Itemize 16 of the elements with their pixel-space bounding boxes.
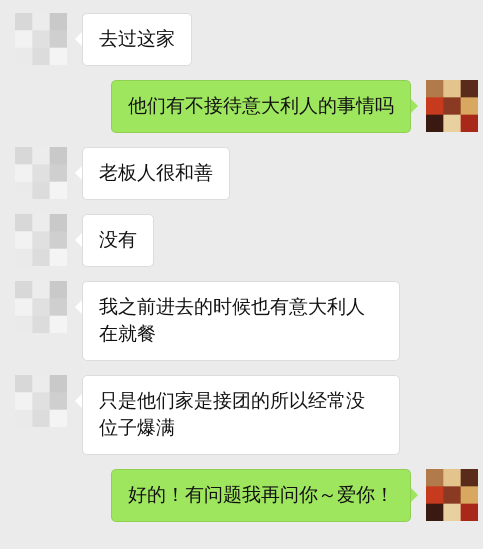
avatar [15, 281, 67, 333]
message-bubble: 没有 [82, 214, 154, 267]
avatar [426, 80, 478, 132]
avatar [15, 13, 67, 65]
avatar [426, 469, 478, 521]
avatar [15, 375, 67, 427]
bubble-tail [411, 99, 418, 113]
bubble-tail [411, 488, 418, 502]
message-bubble: 去过这家 [82, 13, 192, 66]
message-bubble: 只是他们家是接团的所以经常没位子爆满 [82, 375, 400, 455]
message-bubble: 好的！有问题我再问你～爱你！ [111, 469, 411, 522]
message-bubble: 我之前进去的时候也有意大利人在就餐 [82, 281, 400, 361]
message-bubble: 他们有不接待意大利人的事情吗 [111, 80, 411, 133]
avatar [15, 214, 67, 266]
avatar [15, 147, 67, 199]
message-bubble: 老板人很和善 [82, 147, 230, 200]
